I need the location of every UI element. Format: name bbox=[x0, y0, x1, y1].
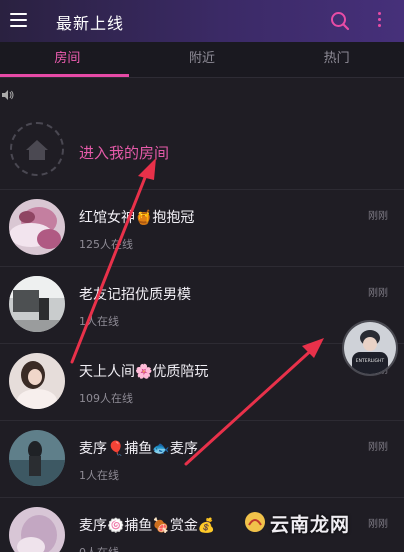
online-count: 125人在线 bbox=[79, 238, 133, 251]
room-time: 刚刚 bbox=[368, 519, 388, 530]
room-name: 老友记招优质男模 bbox=[79, 287, 191, 303]
room-avatar bbox=[9, 199, 65, 255]
speaker-icon bbox=[2, 90, 14, 103]
floating-user-avatar[interactable]: ENTERLIGHT bbox=[342, 320, 398, 376]
room-avatar bbox=[9, 430, 65, 486]
tab-nearby[interactable]: 附近 bbox=[135, 42, 270, 78]
online-count: 0人在线 bbox=[79, 544, 119, 552]
room-time: 刚刚 bbox=[368, 442, 388, 453]
page-title: 最新上线 bbox=[56, 14, 125, 33]
tab-rooms[interactable]: 房间 bbox=[0, 42, 135, 78]
online-count: 109人在线 bbox=[79, 392, 133, 405]
room-avatar bbox=[9, 507, 65, 552]
room-time: 刚刚 bbox=[368, 288, 388, 299]
my-room-entry[interactable]: 进入我的房间 bbox=[0, 112, 404, 190]
tab-bar: 房间 附近 热门 bbox=[0, 42, 404, 78]
room-name: 红馆女神🍯抱抱冠 bbox=[79, 210, 195, 226]
online-count: 1人在线 bbox=[79, 469, 119, 482]
watermark-logo bbox=[245, 512, 265, 532]
shirt-text: ENTERLIGHT bbox=[356, 358, 385, 364]
watermark-text: 云南龙网 bbox=[270, 514, 351, 536]
app-bar: 最新上线 bbox=[0, 0, 404, 42]
room-time: 刚刚 bbox=[368, 211, 388, 222]
online-count: 1人在线 bbox=[79, 315, 119, 328]
tab-divider bbox=[0, 77, 404, 78]
more-options-icon[interactable] bbox=[374, 12, 384, 30]
my-room-label: 进入我的房间 bbox=[79, 144, 170, 162]
menu-icon[interactable] bbox=[10, 13, 27, 27]
room-list-item[interactable]: 麦序🎈捕鱼🐟麦序 1人在线 刚刚 bbox=[0, 421, 404, 498]
room-list-item[interactable]: 老友记招优质男模 1人在线 刚刚 bbox=[0, 267, 404, 344]
room-avatar bbox=[9, 353, 65, 409]
home-icon bbox=[26, 140, 48, 160]
room-name: 麦序🍥捕鱼🍖赏金💰 bbox=[79, 518, 216, 534]
room-name: 麦序🎈捕鱼🐟麦序 bbox=[79, 441, 198, 457]
room-avatar bbox=[9, 276, 65, 332]
home-avatar-placeholder bbox=[10, 122, 64, 176]
search-icon[interactable] bbox=[330, 11, 350, 31]
room-list-item[interactable]: 红馆女神🍯抱抱冠 125人在线 刚刚 bbox=[0, 190, 404, 267]
tab-popular[interactable]: 热门 bbox=[269, 42, 404, 78]
room-name: 天上人间🌸优质陪玩 bbox=[79, 364, 209, 380]
